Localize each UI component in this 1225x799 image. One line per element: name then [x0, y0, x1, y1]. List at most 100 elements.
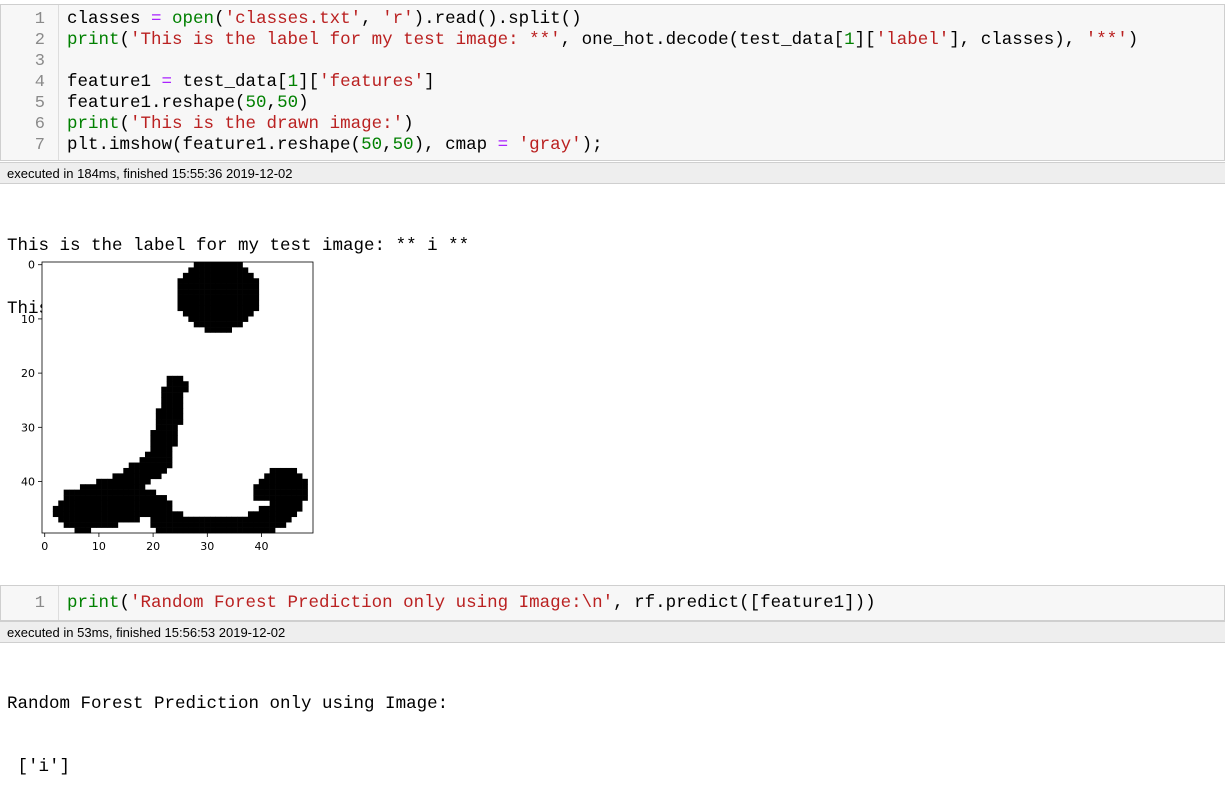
image-pixel [210, 289, 216, 295]
code-editor[interactable]: classes = open('classes.txt', 'r').read(… [67, 9, 1138, 156]
y-tick-label: 30 [21, 421, 35, 434]
image-pixel [177, 278, 184, 284]
execution-info: executed in 53ms, finished 15:56:53 2019… [0, 621, 1225, 643]
image-pixel [215, 321, 222, 328]
image-pixel [182, 299, 189, 306]
image-pixel [117, 500, 124, 507]
image-pixel [204, 294, 211, 301]
code-token: , [361, 9, 383, 29]
image-pixel [231, 321, 238, 328]
image-pixel [258, 516, 265, 523]
image-pixel [247, 527, 254, 534]
image-pixel [96, 522, 102, 528]
image-pixel [85, 505, 92, 512]
image-pixel [74, 500, 81, 507]
line-number: 2 [34, 31, 45, 50]
image-pixel [215, 516, 222, 523]
image-pixel [139, 511, 146, 518]
image-pixel [90, 489, 97, 496]
image-pixel [220, 278, 227, 284]
line-number-gutter: 1 [1, 586, 59, 620]
image-pixel [291, 500, 298, 507]
code-line: feature1.reshape(50,50) [67, 93, 1138, 114]
image-pixel [161, 505, 167, 512]
code-token: = [151, 9, 162, 29]
image-pixel [177, 289, 184, 295]
code-token: ( [119, 114, 131, 134]
image-pixel [150, 516, 157, 523]
image-pixel [79, 495, 86, 501]
image-pixel [166, 500, 173, 507]
image-pixel [231, 305, 238, 312]
image-pixel [188, 310, 195, 317]
image-pixel [258, 478, 265, 485]
image-pixel [107, 511, 113, 518]
image-pixel [172, 527, 178, 534]
code-token: 'classes.txt' [224, 9, 362, 29]
image-pixel [172, 430, 178, 436]
code-token: 50 [277, 93, 299, 113]
line-number: 4 [34, 73, 45, 92]
image-pixel [123, 484, 130, 490]
code-cell-1[interactable]: 1234567 classes = open('classes.txt', 'r… [0, 4, 1225, 161]
image-pixel [161, 462, 167, 469]
image-pixel [193, 299, 200, 306]
image-pixel [155, 430, 162, 436]
image-pixel [291, 511, 298, 518]
image-pixel [247, 272, 254, 279]
image-pixel [199, 321, 205, 328]
line-number: 7 [34, 136, 45, 155]
image-pixel [177, 397, 184, 404]
image-pixel [188, 289, 195, 295]
image-pixel [155, 413, 162, 420]
image-pixel [291, 505, 298, 512]
image-pixel [177, 386, 184, 393]
image-pixel [253, 489, 260, 496]
image-pixel [215, 278, 222, 284]
code-token: ), cmap [413, 135, 498, 155]
image-pixel [258, 484, 265, 490]
image-pixel [264, 505, 270, 512]
code-cell-2[interactable]: 1 print('Random Forest Prediction only u… [0, 585, 1225, 621]
image-pixel [275, 522, 281, 528]
y-tick-label: 20 [21, 367, 35, 380]
image-pixel [220, 267, 227, 274]
image-pixel [220, 316, 227, 322]
image-pixel [242, 283, 249, 290]
image-pixel [269, 505, 276, 512]
image-pixel [210, 527, 216, 534]
image-pixel [96, 505, 102, 512]
image-pixel [90, 516, 97, 523]
image-pixel [182, 310, 189, 317]
image-pixel [280, 495, 287, 501]
image-pixel [96, 489, 102, 496]
image-pixel [69, 522, 75, 528]
image-pixel [237, 527, 243, 534]
code-token: = [497, 135, 509, 155]
code-editor[interactable]: print('Random Forest Prediction only usi… [67, 593, 876, 614]
image-pixel [90, 484, 97, 490]
image-pixel [231, 310, 238, 317]
image-pixel [220, 527, 227, 534]
image-pixel [69, 489, 75, 496]
image-pixel [242, 272, 249, 279]
image-pixel [285, 478, 292, 485]
image-pixel [155, 527, 162, 534]
image-pixel [269, 484, 276, 490]
code-token: ).read().split() [413, 9, 582, 29]
image-pixel [188, 522, 195, 528]
code-token: 'label' [875, 30, 950, 50]
prediction-result: ['i'] [7, 757, 71, 777]
image-pixel [166, 440, 173, 447]
line-number: 6 [34, 115, 45, 134]
image-pixel [247, 278, 254, 284]
image-pixel [204, 527, 211, 534]
image-pixel [188, 294, 195, 301]
image-pixel [291, 484, 298, 490]
image-pixel [280, 478, 287, 485]
image-pixel [155, 435, 162, 442]
image-pixel [247, 283, 254, 290]
image-pixel [269, 495, 276, 501]
image-pixel [90, 522, 97, 528]
image-pixel [161, 440, 167, 447]
